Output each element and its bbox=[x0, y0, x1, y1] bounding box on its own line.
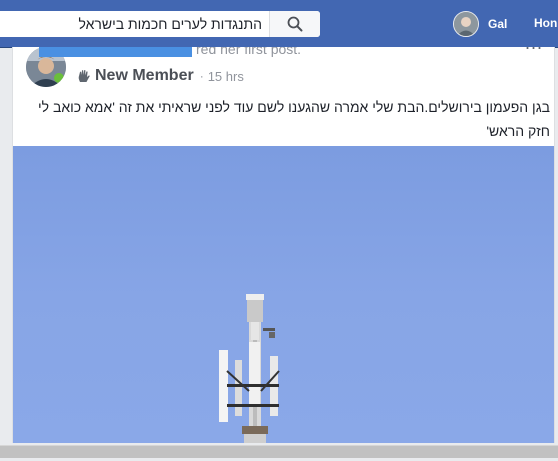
profile-name: Gal bbox=[488, 17, 508, 31]
search-box bbox=[0, 11, 320, 37]
post-timestamp[interactable]: 15 hrs bbox=[208, 69, 244, 84]
new-member-badge: New Member bbox=[95, 67, 194, 84]
search-input[interactable] bbox=[4, 11, 266, 37]
redacted-author-name bbox=[39, 47, 192, 57]
top-navigation-bar: Gal Hon bbox=[0, 0, 558, 48]
wave-hand-icon bbox=[78, 69, 90, 82]
more-options-button[interactable]: ... bbox=[525, 47, 543, 54]
horizontal-scrollbar[interactable] bbox=[0, 445, 558, 458]
post-text: בגן הפעמון בירושלים.הבת שלי אמרה שהגענו … bbox=[38, 99, 550, 139]
post-photo[interactable] bbox=[13, 146, 554, 443]
post-header-text: red her first post. bbox=[196, 47, 302, 57]
post-meta: New Member · 15 hrs bbox=[77, 67, 244, 85]
home-link[interactable]: Hon bbox=[534, 16, 557, 30]
post-card: red her first post. ... New Member · 15 … bbox=[12, 47, 555, 444]
avatar bbox=[453, 11, 479, 37]
meta-separator: · bbox=[199, 69, 204, 83]
cell-tower-image bbox=[13, 146, 554, 443]
search-button[interactable] bbox=[269, 11, 320, 37]
search-icon bbox=[287, 16, 303, 32]
profile-link[interactable]: Gal bbox=[453, 11, 507, 37]
